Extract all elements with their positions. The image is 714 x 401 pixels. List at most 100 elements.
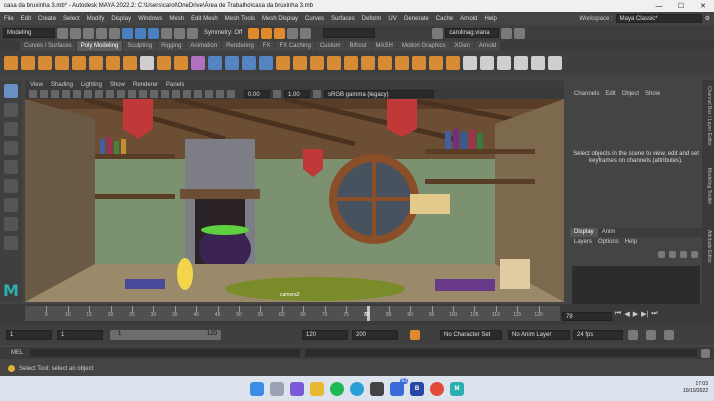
poly-cylinder-icon[interactable] [38, 56, 52, 70]
redo-icon[interactable] [109, 27, 120, 39]
file-explorer-icon[interactable] [310, 381, 324, 396]
menu-display[interactable]: Display [111, 16, 131, 22]
chrome-icon[interactable] [430, 381, 444, 396]
platonic-solid-icon[interactable] [123, 56, 137, 70]
shelf-tab-sculpting[interactable]: Sculpting [123, 41, 157, 51]
loop-icon[interactable] [628, 330, 638, 340]
snap-point-icon[interactable] [187, 27, 198, 39]
safe-action-icon[interactable] [117, 90, 125, 98]
layers-menu[interactable]: Layers [574, 239, 592, 245]
start-icon[interactable] [250, 381, 264, 396]
color-management-icon[interactable] [313, 90, 321, 98]
anim-prefs-icon[interactable] [664, 330, 674, 340]
shelf-tab-rendering[interactable]: Rendering [222, 41, 258, 51]
anti-alias-icon[interactable] [205, 90, 213, 98]
teams-icon[interactable] [290, 381, 304, 396]
snap-grid-icon[interactable] [161, 27, 172, 39]
menu-edit[interactable]: Edit [21, 16, 31, 22]
delete-history-icon[interactable] [548, 56, 562, 70]
toggle-sidebar-icon[interactable] [501, 27, 513, 39]
menu-help[interactable]: Help [484, 16, 496, 22]
textured-icon[interactable] [161, 90, 169, 98]
mirror-icon[interactable] [276, 56, 290, 70]
menu-mesh-tools[interactable]: Mesh Tools [225, 16, 255, 22]
tab-display[interactable]: Display [570, 228, 598, 237]
exposure-field[interactable]: 0.00 [244, 90, 270, 98]
render-settings-icon[interactable] [274, 27, 286, 39]
layer-up-icon[interactable] [658, 251, 665, 258]
step-back-icon[interactable]: ◀ [624, 310, 629, 318]
film-gate-icon[interactable] [73, 90, 81, 98]
viewport-menu-lighting[interactable]: Lighting [81, 82, 102, 88]
animation-start-field[interactable]: 1 [6, 330, 52, 340]
help-menu[interactable]: Help [625, 239, 637, 245]
maximize-button[interactable]: ☐ [670, 2, 692, 10]
menu-cache[interactable]: Cache [436, 16, 453, 22]
clock-time[interactable]: 17:03 [683, 381, 708, 388]
safe-title-icon[interactable] [128, 90, 136, 98]
task-view-icon[interactable] [270, 381, 284, 396]
gear-icon[interactable]: ⚙ [705, 15, 710, 22]
shelf-tab-mash[interactable]: MASH [371, 41, 397, 51]
anim-layer-dropdown[interactable]: No Anim Layer [508, 330, 570, 340]
quad-draw-icon[interactable] [446, 56, 460, 70]
super-shape-icon[interactable] [140, 56, 154, 70]
fps-dropdown[interactable]: 24 fps [573, 330, 623, 340]
menuset-dropdown[interactable]: Modeling [3, 28, 55, 38]
b-app-icon[interactable]: B [410, 381, 424, 396]
single-view-icon[interactable] [4, 198, 18, 212]
append-icon[interactable] [429, 56, 443, 70]
menu-arnold[interactable]: Arnold [460, 16, 477, 22]
go-end-icon[interactable]: ⏭ [651, 310, 657, 318]
menu-curves[interactable]: Curves [305, 16, 324, 22]
poly-text-icon[interactable] [174, 56, 188, 70]
shelf-tab-motion-graphics[interactable]: Motion Graphics [397, 41, 450, 51]
menu-surfaces[interactable]: Surfaces [331, 16, 355, 22]
channelbox-menu-show[interactable]: Show [645, 91, 660, 97]
colorspace-dropdown[interactable]: sRGB gamma (legacy) [324, 90, 434, 98]
character-set-dropdown[interactable]: No Character Set [440, 330, 502, 340]
snap-curve-icon[interactable] [174, 27, 185, 39]
boolean-icon[interactable] [259, 56, 273, 70]
new-layer-selected-icon[interactable] [691, 251, 698, 258]
open-scene-icon[interactable] [70, 27, 81, 39]
center-pivot-icon[interactable] [531, 56, 545, 70]
playback-start-field[interactable]: 1 [57, 330, 103, 340]
layer-down-icon[interactable] [669, 251, 676, 258]
close-button[interactable]: ✕ [692, 2, 714, 10]
shelf-tab-bifrost[interactable]: Bifrost [345, 41, 371, 51]
step-forward-icon[interactable]: ▶| [641, 310, 648, 318]
combine-icon[interactable] [208, 56, 222, 70]
menu-windows[interactable]: Windows [138, 16, 162, 22]
viewport-menu-shading[interactable]: Shading [51, 82, 73, 88]
viewport-menu-show[interactable]: Show [110, 82, 125, 88]
lasso-tool-icon[interactable] [4, 103, 18, 117]
lights-icon[interactable] [172, 90, 180, 98]
play-forward-icon[interactable]: ▶ [633, 310, 638, 318]
rotate-tool-icon[interactable] [4, 160, 18, 174]
shelf-tab-poly-modeling[interactable]: Poly Modeling [76, 41, 123, 51]
automatic-uv-icon[interactable] [480, 56, 494, 70]
field-chart-icon[interactable] [106, 90, 114, 98]
viewport-3d[interactable]: camera3 [25, 99, 564, 302]
mail-icon[interactable]: 63 [390, 377, 408, 396]
separate-icon[interactable] [225, 56, 239, 70]
bridge-icon[interactable] [310, 56, 324, 70]
go-start-icon[interactable]: ⏮ [615, 310, 621, 318]
character-icon[interactable] [410, 330, 420, 340]
poly-cube-icon[interactable] [21, 56, 35, 70]
shelf-tab-animation[interactable]: Animation [186, 41, 222, 51]
menu-mesh-display[interactable]: Mesh Display [262, 16, 298, 22]
spotify-icon[interactable] [330, 381, 344, 396]
smooth-shade-icon[interactable] [150, 90, 158, 98]
target-weld-icon[interactable] [361, 56, 375, 70]
media-icon[interactable] [370, 381, 384, 396]
freeze-transform-icon[interactable] [514, 56, 528, 70]
playback-end-field[interactable]: 120 [302, 330, 348, 340]
poly-torus-icon[interactable] [72, 56, 86, 70]
render-icon[interactable] [248, 27, 260, 39]
menu-modify[interactable]: Modify [87, 16, 105, 22]
poly-cone-icon[interactable] [55, 56, 69, 70]
menu-generate[interactable]: Generate [404, 16, 429, 22]
auto-key-icon[interactable] [646, 330, 656, 340]
